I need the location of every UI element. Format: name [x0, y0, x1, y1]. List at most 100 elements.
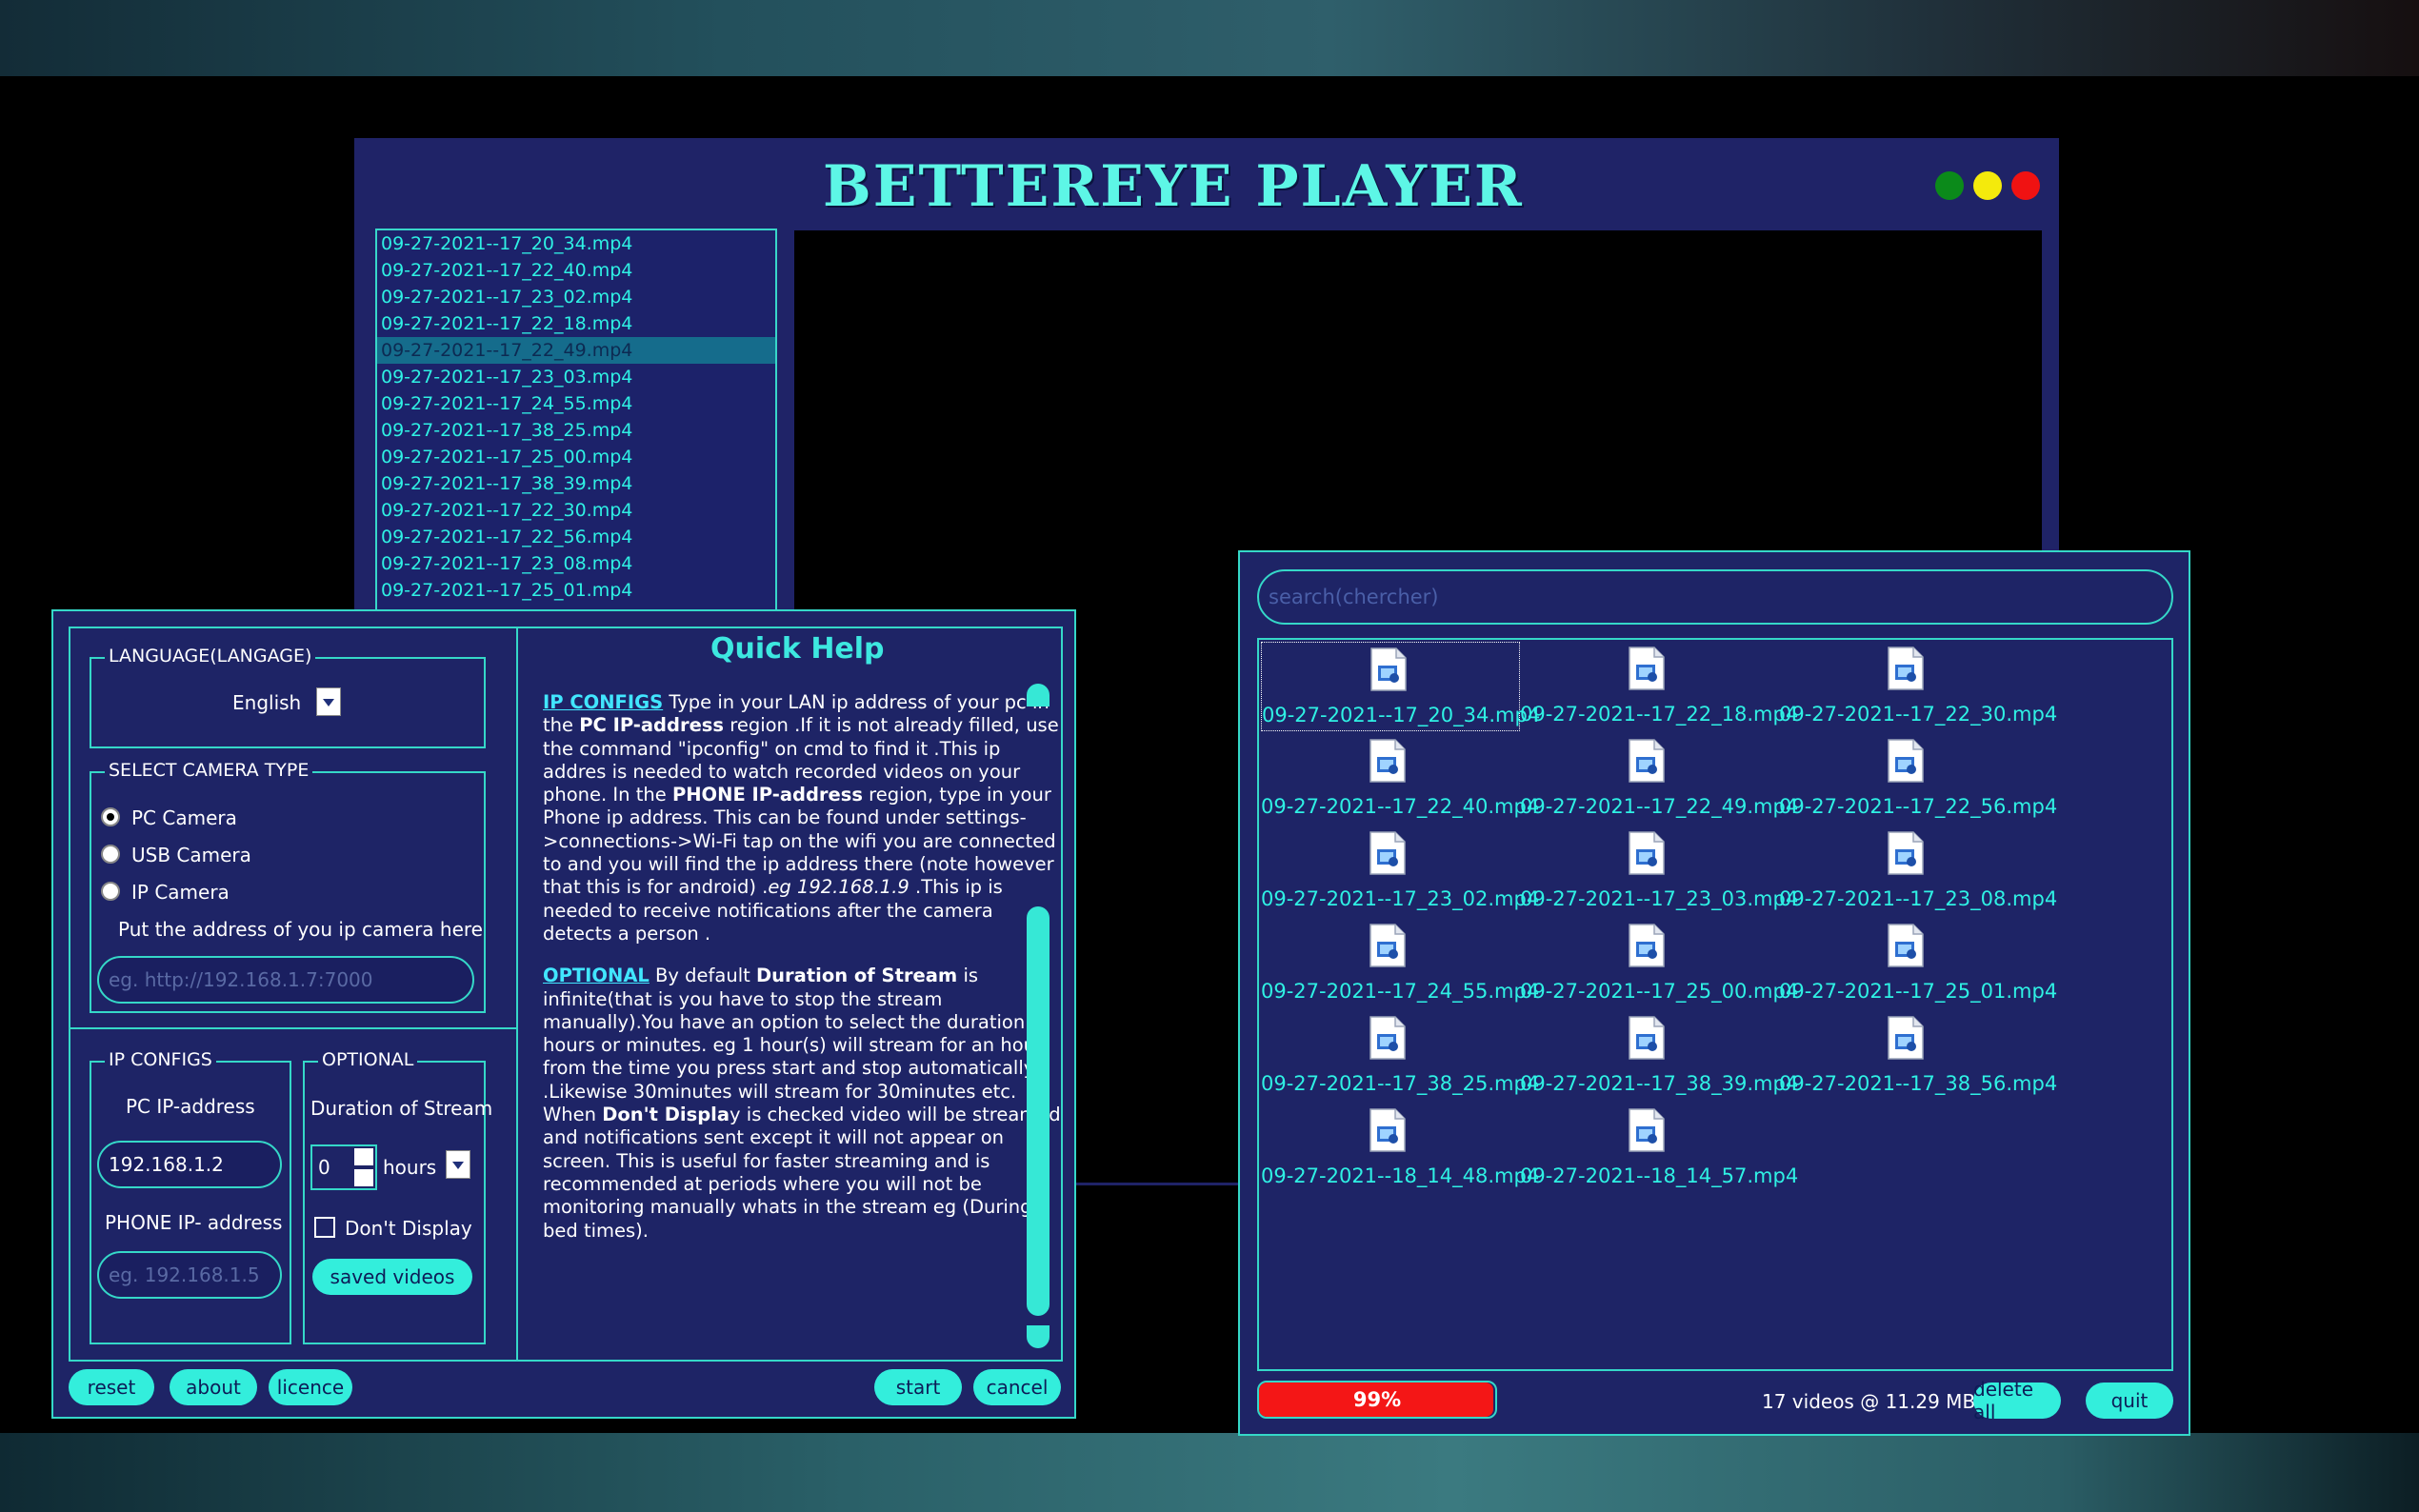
video-tile[interactable]: 09-27-2021--17_22_56.mp4: [1779, 734, 2057, 822]
help-scrollbar-thumb[interactable]: [1027, 906, 1050, 1316]
spin-down-icon[interactable]: [354, 1169, 373, 1186]
duration-unit[interactable]: hours: [383, 1156, 436, 1179]
video-file-name: 09-27-2021--17_22_30.mp4: [1779, 703, 2058, 726]
video-file-icon: [1887, 923, 1925, 968]
list-item[interactable]: 09-27-2021--17_23_03.mp4: [377, 364, 775, 390]
video-tile[interactable]: 09-27-2021--17_20_34.mp4: [1261, 642, 1540, 731]
list-item[interactable]: 09-27-2021--17_20_34.mp4: [377, 230, 775, 257]
list-item[interactable]: 09-27-2021--17_25_01.mp4: [377, 577, 775, 604]
list-item[interactable]: 09-27-2021--17_22_40.mp4: [377, 257, 775, 284]
video-file-icon: [1369, 923, 1407, 968]
video-tile[interactable]: 09-27-2021--17_38_25.mp4: [1261, 1011, 1540, 1099]
list-item[interactable]: 09-27-2021--17_22_49.mp4: [377, 337, 775, 364]
video-file-name: 09-27-2021--17_38_39.mp4: [1520, 1072, 1799, 1095]
radio-pc-camera[interactable]: [101, 807, 120, 826]
video-tile[interactable]: 09-27-2021--17_22_30.mp4: [1779, 642, 2058, 729]
video-file-icon: [1628, 830, 1666, 876]
help-text-span: eg 192.168.1.9: [768, 876, 915, 899]
list-item[interactable]: 09-27-2021--17_24_55.mp4: [377, 390, 775, 417]
list-item[interactable]: 09-27-2021--17_23_02.mp4: [377, 284, 775, 310]
video-tile[interactable]: 09-27-2021--17_24_55.mp4: [1261, 919, 1539, 1006]
close-button[interactable]: [2011, 171, 2040, 200]
dont-display-label: Don't Display: [345, 1217, 472, 1240]
progress-text: 99%: [1352, 1388, 1402, 1411]
chevron-down-icon[interactable]: [316, 687, 341, 716]
video-file-name: 09-27-2021--17_38_56.mp4: [1779, 1072, 2058, 1095]
video-tile[interactable]: 09-27-2021--18_14_57.mp4: [1520, 1104, 1798, 1191]
licence-button[interactable]: licence: [269, 1369, 352, 1405]
saved-videos-button[interactable]: saved videos: [312, 1259, 472, 1295]
video-tile[interactable]: 09-27-2021--17_23_03.mp4: [1520, 826, 1799, 914]
maximize-button[interactable]: [1935, 171, 1964, 200]
video-tile[interactable]: 09-27-2021--17_22_18.mp4: [1520, 642, 1798, 729]
list-item[interactable]: 09-27-2021--17_23_08.mp4: [377, 550, 775, 577]
language-select-value[interactable]: English: [232, 691, 301, 714]
search-input[interactable]: search(chercher): [1257, 569, 2173, 625]
radio-label-ip-camera: IP Camera: [131, 881, 230, 904]
help-title: Quick Help: [710, 632, 885, 666]
video-file-name: 09-27-2021--18_14_48.mp4: [1261, 1164, 1540, 1187]
delete-all-button[interactable]: delete all: [1973, 1378, 2061, 1423]
minimize-button[interactable]: [1973, 171, 2002, 200]
scroll-down-button[interactable]: [1027, 1325, 1050, 1348]
video-tile[interactable]: 09-27-2021--17_25_01.mp4: [1779, 919, 2057, 1006]
video-tile[interactable]: 09-27-2021--17_23_08.mp4: [1779, 826, 2058, 914]
radio-ip-camera[interactable]: [101, 882, 120, 901]
divider: [69, 1027, 518, 1029]
list-item[interactable]: 09-27-2021--17_25_00.mp4: [377, 444, 775, 470]
duration-value: 0: [318, 1156, 330, 1179]
reset-button[interactable]: reset: [69, 1369, 154, 1405]
help-text-span: Don't Displa: [602, 1104, 730, 1126]
help-text-span: PHONE IP-address: [671, 784, 863, 806]
video-tile[interactable]: 09-27-2021--18_14_48.mp4: [1261, 1104, 1540, 1191]
ip-camera-address-input[interactable]: eg. http://192.168.1.7:7000: [97, 956, 474, 1004]
ip-camera-hint: Put the address of you ip camera here: [118, 918, 483, 941]
about-button[interactable]: about: [170, 1369, 257, 1405]
help-text-span: By default: [649, 965, 756, 987]
radio-label-pc-camera: PC Camera: [131, 806, 237, 829]
video-file-icon: [1628, 923, 1666, 968]
video-file-name: 09-27-2021--17_23_03.mp4: [1520, 887, 1799, 910]
video-file-list[interactable]: 09-27-2021--17_20_34.mp4 09-27-2021--17_2…: [375, 229, 777, 632]
video-tile[interactable]: 09-27-2021--17_23_02.mp4: [1261, 826, 1539, 914]
video-file-name: 09-27-2021--17_23_08.mp4: [1779, 887, 2058, 910]
video-file-icon: [1628, 646, 1666, 691]
saved-videos-window: search(chercher) 09-27-2021--17_20_34.mp…: [1238, 550, 2190, 1436]
optional-legend: OPTIONAL: [318, 1049, 418, 1070]
desktop-top-bar: [0, 0, 2419, 76]
quit-button[interactable]: quit: [2086, 1383, 2173, 1419]
video-file-icon: [1887, 646, 1925, 691]
video-tile[interactable]: 09-27-2021--17_38_56.mp4: [1779, 1011, 2058, 1099]
help-text-span: Duration of Stream: [755, 965, 958, 987]
phone-ip-label: PHONE IP- address: [105, 1211, 283, 1234]
video-file-icon: [1887, 1015, 1925, 1061]
list-item[interactable]: 09-27-2021--17_22_56.mp4: [377, 524, 775, 550]
list-item[interactable]: 09-27-2021--17_38_39.mp4: [377, 470, 775, 497]
phone-ip-input[interactable]: eg. 192.168.1.5: [97, 1251, 282, 1299]
pc-ip-input[interactable]: 192.168.1.2: [97, 1141, 282, 1188]
video-tile[interactable]: 09-27-2021--17_25_00.mp4: [1520, 919, 1798, 1006]
video-tile[interactable]: 09-27-2021--17_38_39.mp4: [1520, 1011, 1799, 1099]
video-file-name: 09-27-2021--17_38_25.mp4: [1261, 1072, 1540, 1095]
chevron-down-icon[interactable]: [446, 1150, 470, 1179]
help-text-span: is infinite(that is you have to stop the…: [543, 965, 1049, 1126]
progress-bar: 99%: [1257, 1381, 1497, 1419]
list-item[interactable]: 09-27-2021--17_22_18.mp4: [377, 310, 775, 337]
video-tile[interactable]: 09-27-2021--17_22_40.mp4: [1261, 734, 1539, 822]
list-item[interactable]: 09-27-2021--17_22_30.mp4: [377, 497, 775, 524]
pc-ip-label: PC IP-address: [126, 1095, 255, 1118]
dont-display-checkbox[interactable]: [314, 1217, 335, 1238]
start-button[interactable]: start: [874, 1369, 962, 1405]
video-tile[interactable]: 09-27-2021--17_22_49.mp4: [1520, 734, 1798, 822]
duration-spinner[interactable]: 0: [310, 1144, 377, 1190]
video-file-icon: [1369, 738, 1407, 784]
desktop-taskbar: [0, 1433, 2419, 1512]
spin-up-icon[interactable]: [354, 1148, 373, 1165]
cancel-button[interactable]: cancel: [973, 1369, 1061, 1405]
help-paragraph-ip: IP CONFIGS Type in your LAN ip address o…: [543, 691, 1062, 945]
radio-usb-camera[interactable]: [101, 845, 120, 864]
video-file-icon: [1628, 738, 1666, 784]
video-file-icon: [1628, 1015, 1666, 1061]
list-item[interactable]: 09-27-2021--17_38_25.mp4: [377, 417, 775, 444]
scroll-up-button[interactable]: [1027, 684, 1050, 706]
